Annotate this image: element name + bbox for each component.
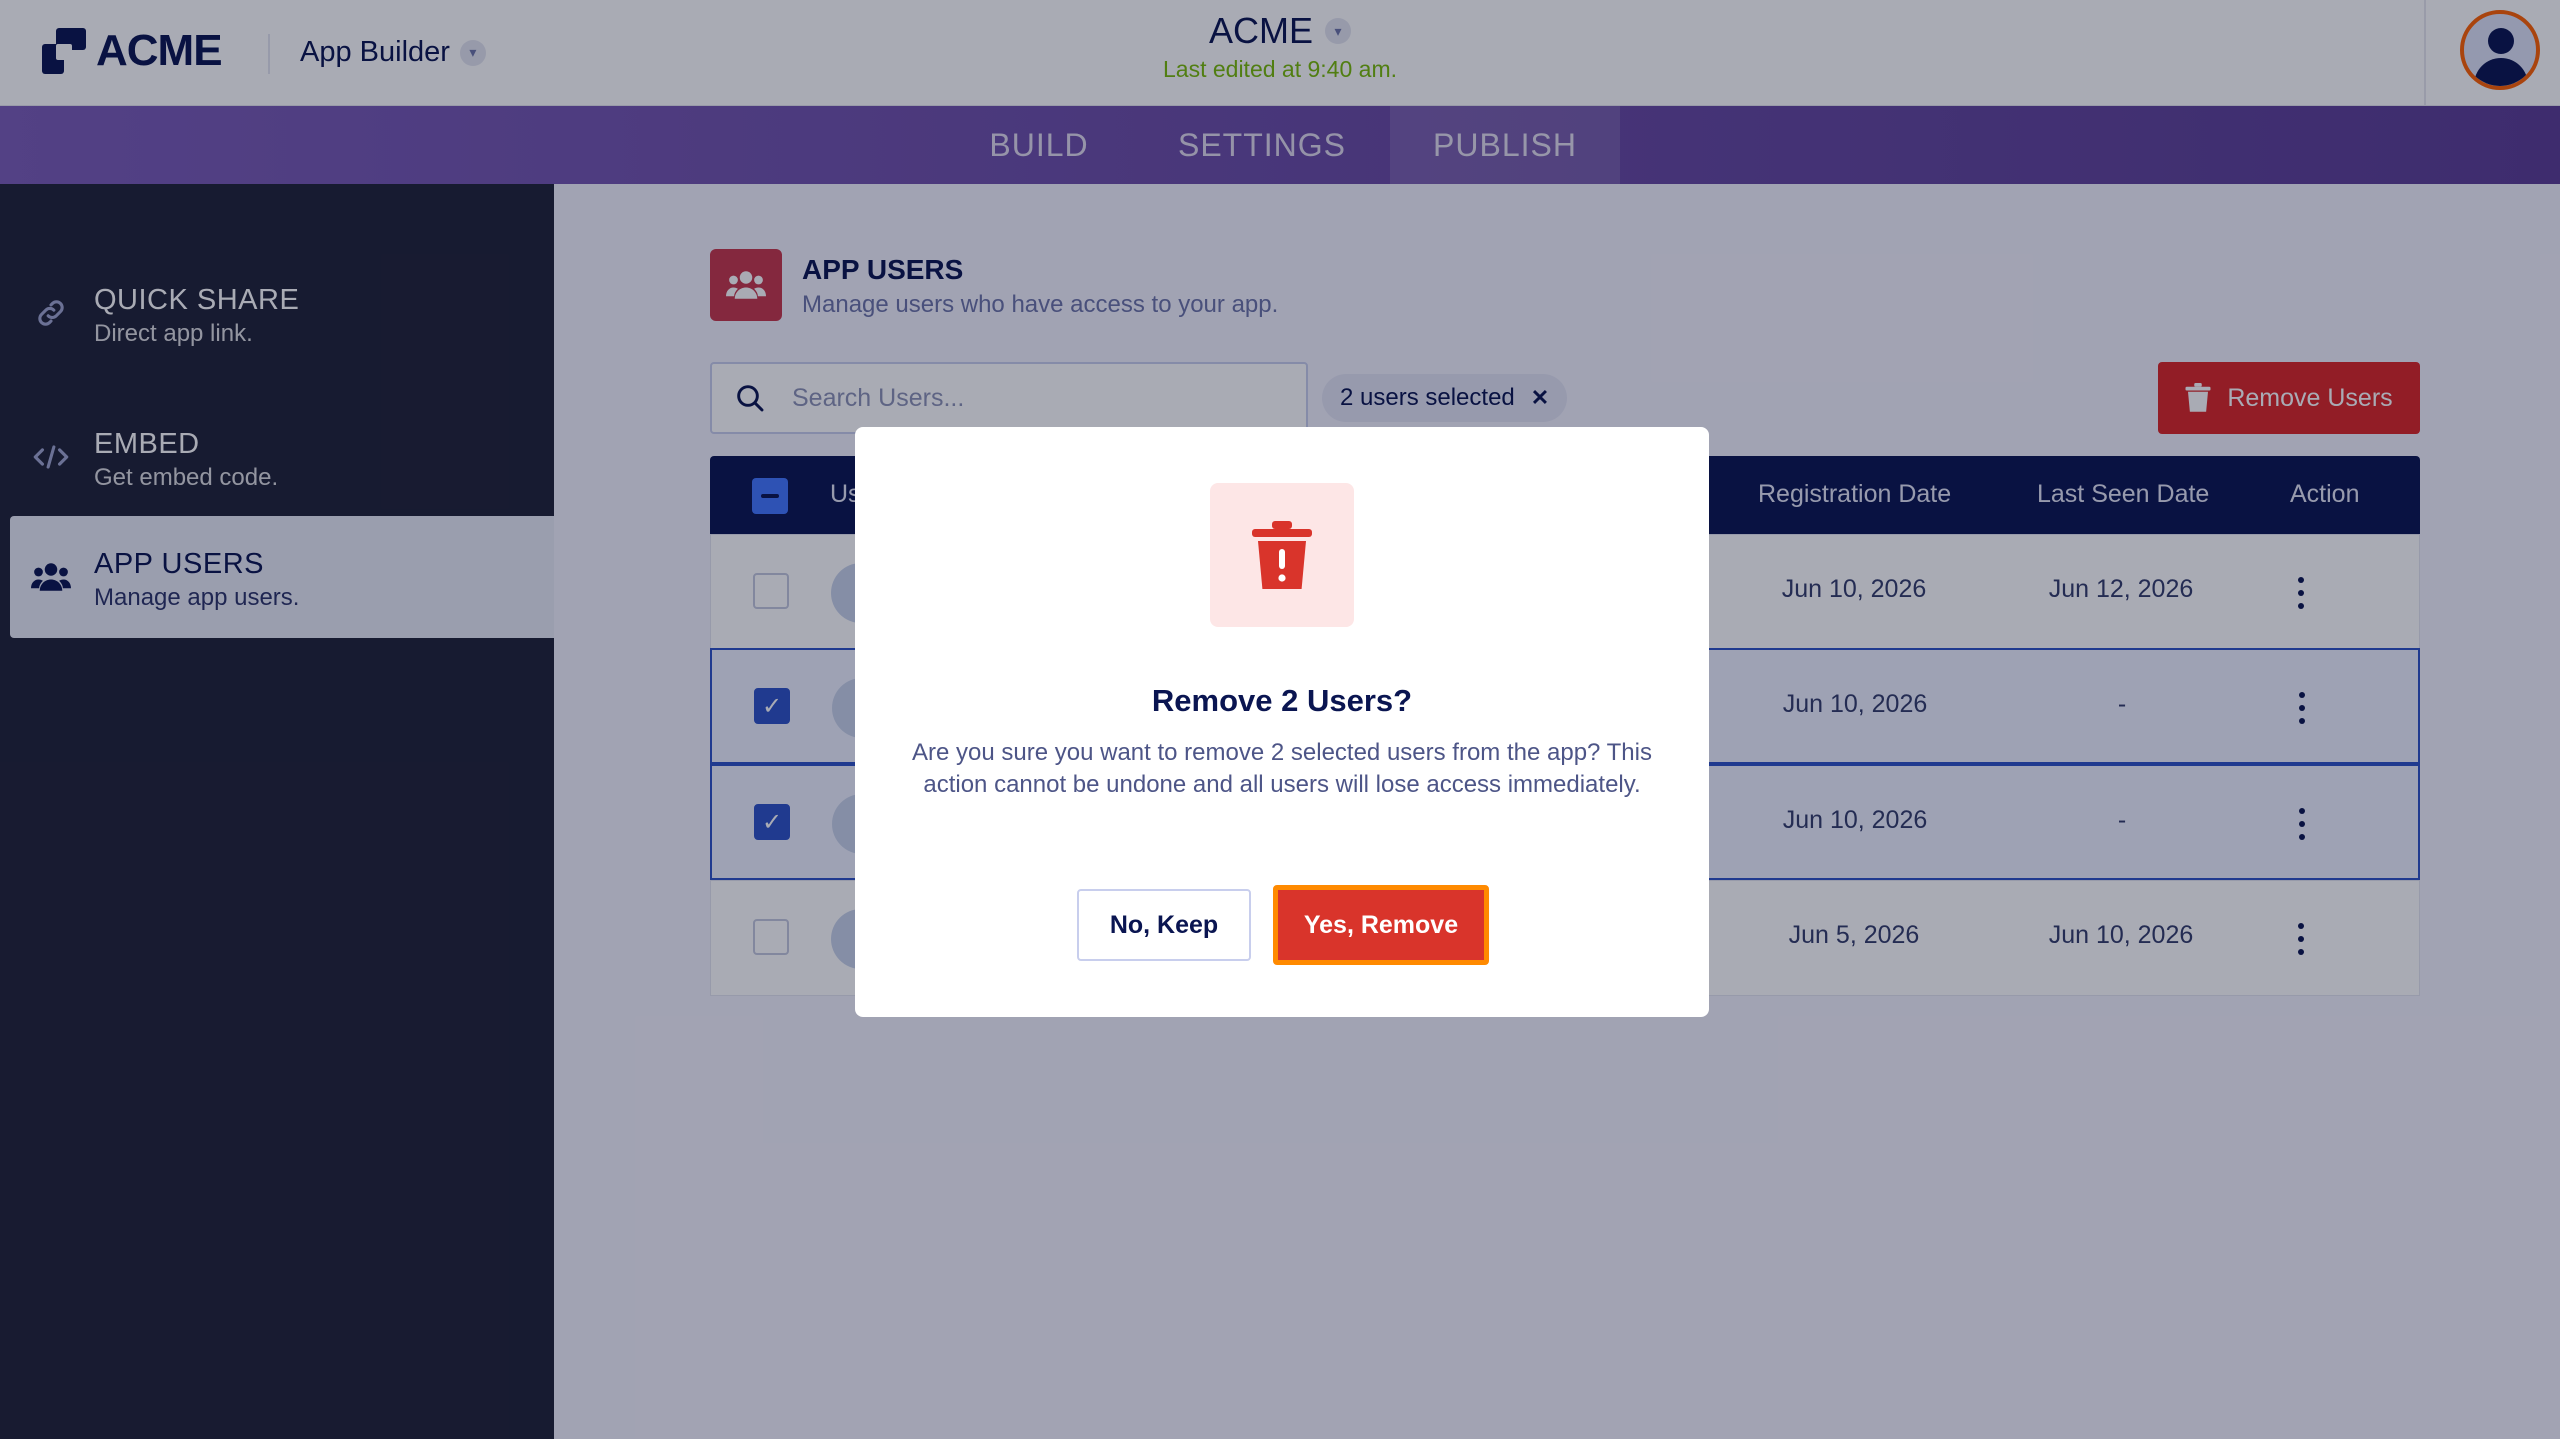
trash-alert-icon — [1210, 483, 1354, 627]
remove-users-dialog: Remove 2 Users? Are you sure you want to… — [855, 427, 1709, 1017]
yes-remove-button[interactable]: Yes, Remove — [1273, 885, 1489, 965]
no-keep-button[interactable]: No, Keep — [1077, 889, 1251, 961]
dialog-title: Remove 2 Users? — [1151, 683, 1413, 718]
dialog-message: Are you sure you want to remove 2 select… — [912, 739, 1652, 798]
